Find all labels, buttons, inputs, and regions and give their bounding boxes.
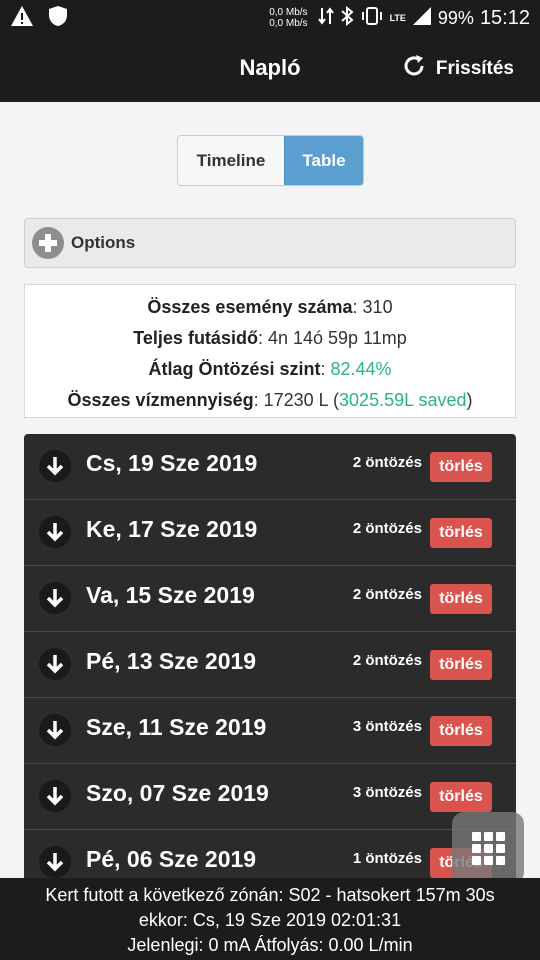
log-row[interactable]: Va, 15 Sze 2019 2 öntözés törlés [24, 566, 516, 632]
log-count: 3 öntözés [352, 784, 422, 801]
stat-runtime: Teljes futásidő: 4n 14ó 59p 11mp [133, 328, 407, 348]
log-row[interactable]: Cs, 19 Sze 2019 2 öntözés törlés [24, 434, 516, 500]
stat-events: Összes esemény száma: 310 [147, 297, 393, 317]
options-label: Options [71, 233, 136, 252]
log-date: Pé, 06 Sze 2019 [86, 846, 257, 872]
delete-button[interactable]: törlés [430, 782, 492, 812]
stat-average-value: 82.44% [330, 359, 392, 379]
log-count: 2 öntözés [352, 586, 422, 603]
view-toggle: Timeline Table [177, 135, 364, 186]
log-row[interactable]: Sze, 11 Sze 2019 3 öntözés törlés [24, 698, 516, 764]
stat-average: Átlag Öntözési szint: 82.44% [148, 359, 392, 379]
refresh-button[interactable]: Frissítés [402, 54, 514, 84]
timeline-tab[interactable]: Timeline [178, 136, 284, 185]
expand-arrow-icon[interactable] [39, 846, 71, 878]
expand-arrow-icon[interactable] [39, 516, 71, 548]
log-count: 2 öntözés [352, 652, 422, 669]
expand-arrow-icon[interactable] [39, 450, 71, 482]
data-transfer-icon [317, 6, 334, 31]
grid-icon [471, 831, 505, 865]
log-count: 2 öntözés [352, 454, 422, 471]
footer-zone-line: Kert futott a következő zónán: S02 - hat… [45, 885, 495, 905]
stat-water-label: Összes vízmennyiség [67, 390, 254, 410]
status-bar: 0,0 Mb/s 0,0 Mb/s LTE 99% 15:12 [0, 0, 540, 36]
stat-average-label: Átlag Öntözési szint [148, 359, 321, 379]
log-date: Cs, 19 Sze 2019 [86, 450, 258, 476]
delete-button[interactable]: törlés [430, 716, 492, 746]
lte-indicator: LTE [389, 13, 406, 23]
bluetooth-icon [340, 5, 354, 31]
stat-events-label: Összes esemény száma [147, 297, 353, 317]
expand-arrow-icon[interactable] [39, 648, 71, 680]
grid-menu-button[interactable] [452, 812, 524, 884]
speed-up-text: 0,0 Mb/s [269, 7, 308, 18]
vibrate-icon [360, 6, 384, 31]
log-date: Szo, 07 Sze 2019 [86, 780, 269, 806]
expand-arrow-icon[interactable] [39, 582, 71, 614]
table-tab[interactable]: Table [284, 136, 363, 185]
log-date: Ke, 17 Sze 2019 [86, 516, 258, 542]
delete-button[interactable]: törlés [430, 452, 492, 482]
options-panel-toggle[interactable]: Options [24, 218, 516, 268]
delete-button[interactable]: törlés [430, 584, 492, 614]
battery-percent: 99% [437, 7, 474, 28]
speed-down-text: 0,0 Mb/s [269, 18, 308, 29]
log-row[interactable]: Szo, 07 Sze 2019 3 öntözés törlés [24, 764, 516, 830]
log-list: Cs, 19 Sze 2019 2 öntözés törlés Ke, 17 … [24, 434, 516, 878]
log-date: Pé, 13 Sze 2019 [86, 648, 257, 674]
stats-panel: Összes esemény száma: 310 Teljes futásid… [24, 284, 516, 418]
stat-water: Összes vízmennyiség: 17230 L (3025.59L s… [67, 390, 473, 410]
expand-arrow-icon[interactable] [39, 714, 71, 746]
signal-icon [412, 6, 432, 31]
stat-water-value: 17230 L [263, 390, 329, 410]
refresh-label: Frissítés [435, 58, 514, 79]
log-count: 1 öntözés [352, 850, 422, 867]
expand-arrow-icon[interactable] [39, 780, 71, 812]
refresh-icon [402, 54, 426, 84]
stat-runtime-value: 4n 14ó 59p 11mp [267, 328, 407, 348]
status-footer: Kert futott a következő zónán: S02 - hat… [0, 878, 540, 960]
network-speed: 0,0 Mb/s 0,0 Mb/s [269, 7, 307, 29]
log-count: 2 öntözés [352, 520, 422, 537]
log-count: 3 öntözés [352, 718, 422, 735]
clock: 15:12 [479, 6, 530, 29]
log-row[interactable]: Ke, 17 Sze 2019 2 öntözés törlés [24, 500, 516, 566]
warning-icon [10, 5, 34, 32]
stat-runtime-label: Teljes futásidő [133, 328, 258, 348]
delete-button[interactable]: törlés [430, 518, 492, 548]
stat-events-value: 310 [362, 297, 393, 317]
log-row[interactable]: Pé, 13 Sze 2019 2 öntözés törlés [24, 632, 516, 698]
log-date: Sze, 11 Sze 2019 [86, 714, 267, 740]
delete-button[interactable]: törlés [430, 650, 492, 680]
log-row[interactable]: Pé, 06 Sze 2019 1 öntözés törlés [24, 830, 516, 878]
log-date: Va, 15 Sze 2019 [86, 582, 255, 608]
plus-icon [32, 227, 64, 259]
footer-flow-line: Jelenlegi: 0 mA Átfolyás: 0.00 L/min [127, 935, 413, 955]
footer-time-line: ekkor: Cs, 19 Sze 2019 02:01:31 [138, 910, 402, 930]
stat-saved-value: 3025.59L saved [339, 390, 467, 410]
shield-icon [48, 5, 68, 32]
app-header: Napló Frissítés [0, 36, 540, 102]
